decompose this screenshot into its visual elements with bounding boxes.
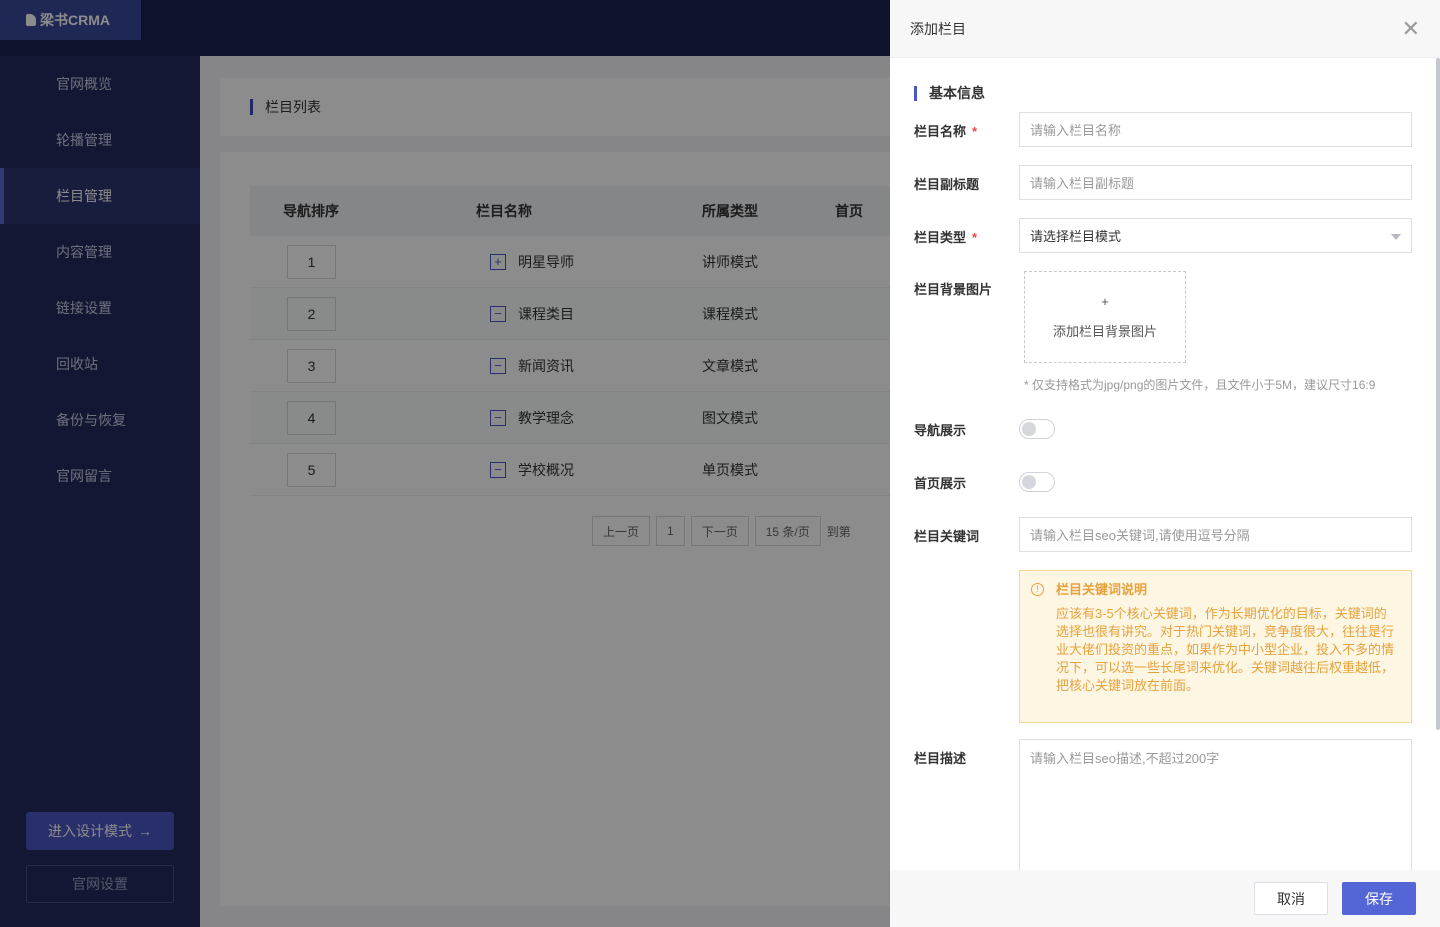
required-mark: * [972, 230, 978, 245]
section-label: 基本信息 [929, 85, 985, 101]
name-label-text: 栏目名称 [914, 124, 967, 139]
description-textarea[interactable]: 请输入栏目seo描述,不超过200字 [1019, 739, 1412, 879]
home-show-label: 首页展示 [914, 476, 967, 491]
type-label: 栏目类型 * [914, 227, 977, 246]
section-title: 基本信息 [914, 83, 985, 103]
upload-hint: * 仅支持格式为jpg/png的图片文件，且文件小于5M，建议尺寸16:9 [1024, 378, 1376, 392]
keywords-input[interactable]: 请输入栏目seo关键词,请使用逗号分隔 [1019, 517, 1412, 552]
add-column-drawer: 添加栏目 ✕ 基本信息 栏目名称 * 请输入栏目名称 栏目副标题 请输入栏目副标题… [890, 0, 1440, 927]
section-accent [914, 85, 917, 101]
background-upload[interactable]: + 添加栏目背景图片 [1024, 271, 1186, 363]
type-label-text: 栏目类型 [914, 230, 967, 245]
drawer-footer: 取消 保存 [890, 870, 1440, 927]
nav-show-label: 导航展示 [914, 423, 967, 438]
notice-title: 栏目关键词说明 [1056, 582, 1148, 597]
required-mark: * [972, 124, 978, 139]
keywords-label: 栏目关键词 [914, 529, 980, 544]
close-icon[interactable]: ✕ [1402, 17, 1420, 40]
description-label: 栏目描述 [914, 751, 967, 766]
subtitle-label: 栏目副标题 [914, 177, 980, 192]
save-button[interactable]: 保存 [1342, 882, 1416, 915]
column-name-input[interactable]: 请输入栏目名称 [1019, 112, 1412, 147]
name-label: 栏目名称 * [914, 121, 977, 140]
column-subtitle-input[interactable]: 请输入栏目副标题 [1019, 165, 1412, 200]
type-select-value: 请选择栏目模式 [1030, 229, 1122, 244]
cancel-button[interactable]: 取消 [1254, 882, 1328, 915]
upload-label: 添加栏目背景图片 [1052, 324, 1157, 339]
home-show-toggle[interactable] [1019, 472, 1055, 492]
info-icon: ! [1031, 583, 1044, 596]
column-type-select[interactable]: 请选择栏目模式 [1019, 218, 1412, 253]
notice-body: 应该有3-5个核心关键词，作为长期优化的目标，关键词的选择也很有讲究。对于热门关… [1056, 606, 1395, 693]
drawer-header: 添加栏目 ✕ [890, 0, 1440, 58]
plus-icon: + [1101, 294, 1109, 309]
drawer-scrollbar[interactable] [1436, 58, 1440, 730]
drawer-title: 添加栏目 [910, 20, 966, 37]
chevron-down-icon [1391, 234, 1401, 240]
background-label: 栏目背景图片 [914, 282, 993, 297]
keywords-notice: ! 栏目关键词说明 应该有3-5个核心关键词，作为长期优化的目标，关键词的选择也… [1019, 570, 1412, 723]
nav-show-toggle[interactable] [1019, 419, 1055, 439]
